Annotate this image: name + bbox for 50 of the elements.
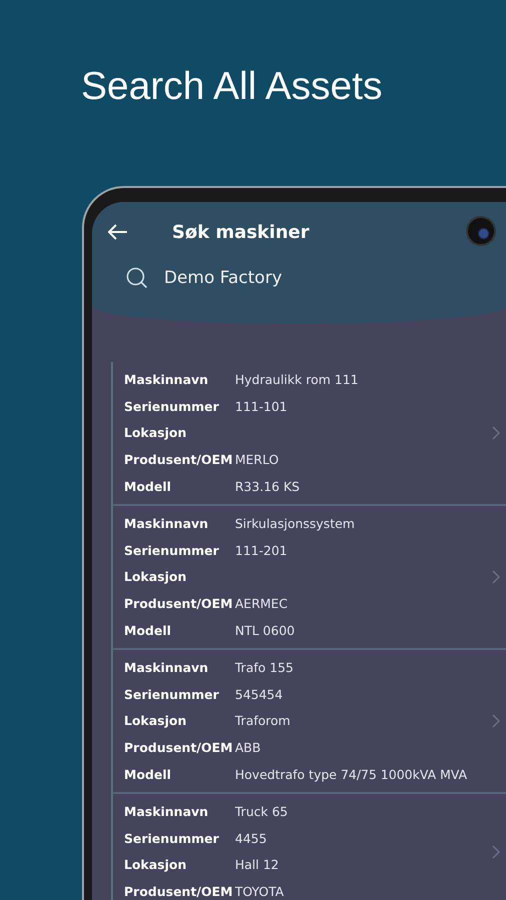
field-label: Maskinnavn [124, 804, 210, 819]
field-label: Produsent/OEM [124, 740, 234, 756]
field-value: 111-201 [235, 542, 288, 558]
field-label: Maskinnavn [124, 660, 210, 675]
field-value: MERLO [235, 452, 279, 468]
field-label: Lokasjon [124, 857, 188, 872]
field-value: 545454 [235, 686, 283, 702]
field-label: Lokasjon [124, 569, 188, 584]
field-value: AERMEC [235, 596, 288, 612]
field-label: Serienummer [124, 686, 220, 702]
field-label: Modell [124, 479, 172, 494]
field-value: Hovedtrafo type 74/75 1000kVA MVA [235, 767, 468, 782]
headline: Search All Assets [81, 64, 384, 110]
field-label: Maskinnavn [124, 516, 210, 531]
chevron-right-icon [492, 844, 500, 859]
back-arrow-icon[interactable] [108, 224, 128, 240]
field-value: Traforom [235, 713, 290, 728]
camera-icon [466, 216, 496, 246]
field-value: Trafo 155 [235, 660, 294, 675]
field-label: Serienummer [124, 830, 220, 846]
field-value: Truck 65 [235, 804, 288, 819]
field-label: Produsent/OEM [124, 596, 234, 612]
field-label: Produsent/OEM [124, 884, 234, 900]
field-value: 111-101 [235, 398, 288, 414]
field-label: Modell [124, 767, 172, 782]
chevron-right-icon [492, 570, 500, 584]
field-value: Hall 12 [235, 857, 279, 872]
field-label: Maskinnavn [124, 372, 210, 387]
field-label: Lokasjon [124, 425, 188, 440]
field-label: Serienummer [124, 542, 220, 558]
field-label: Produsent/OEM [124, 452, 234, 468]
field-value: 4455 [235, 830, 267, 846]
screen-title: Søk maskiner [172, 222, 310, 242]
field-label: Modell [124, 623, 172, 638]
asset-card[interactable]: Maskinnavn Trafo 155 Serienummer 545454 Lokasjon Traforom Produsent/OEM ABB Modell Hovedtrafo type 74/75 1000kVA MVA [113, 650, 506, 794]
field-value: R33.16 KS [235, 479, 300, 494]
search-field[interactable]: Demo Factory [92, 260, 506, 296]
field-label: Lokasjon [124, 713, 188, 728]
field-value: ABB [235, 740, 261, 756]
field-value: NTL 0600 [235, 623, 295, 638]
field-value: Sirkulasjonssystem [235, 516, 355, 531]
search-icon [126, 267, 148, 289]
asset-card[interactable]: Maskinnavn Sirkulasjonssystem Serienummer 111-201 Lokasjon Produsent/OEM AERMEC Modell NTL 0600 [113, 506, 506, 650]
field-value: Hydraulikk rom 111 [235, 372, 358, 387]
asset-card[interactable]: Maskinnavn Hydraulikk rom 111 Serienummer 111-101 Lokasjon Produsent/OEM MERLO Modell R33.16 KS [113, 362, 506, 506]
field-value: TOYOTA [235, 884, 284, 900]
chevron-right-icon [492, 714, 500, 728]
asset-card[interactable]: Maskinnavn Truck 65 Serienummer 4455 Lokasjon Hall 12 Produsent/OEM TOYOTA [113, 794, 506, 900]
chevron-right-icon [492, 426, 500, 440]
field-label: Serienummer [124, 398, 220, 414]
